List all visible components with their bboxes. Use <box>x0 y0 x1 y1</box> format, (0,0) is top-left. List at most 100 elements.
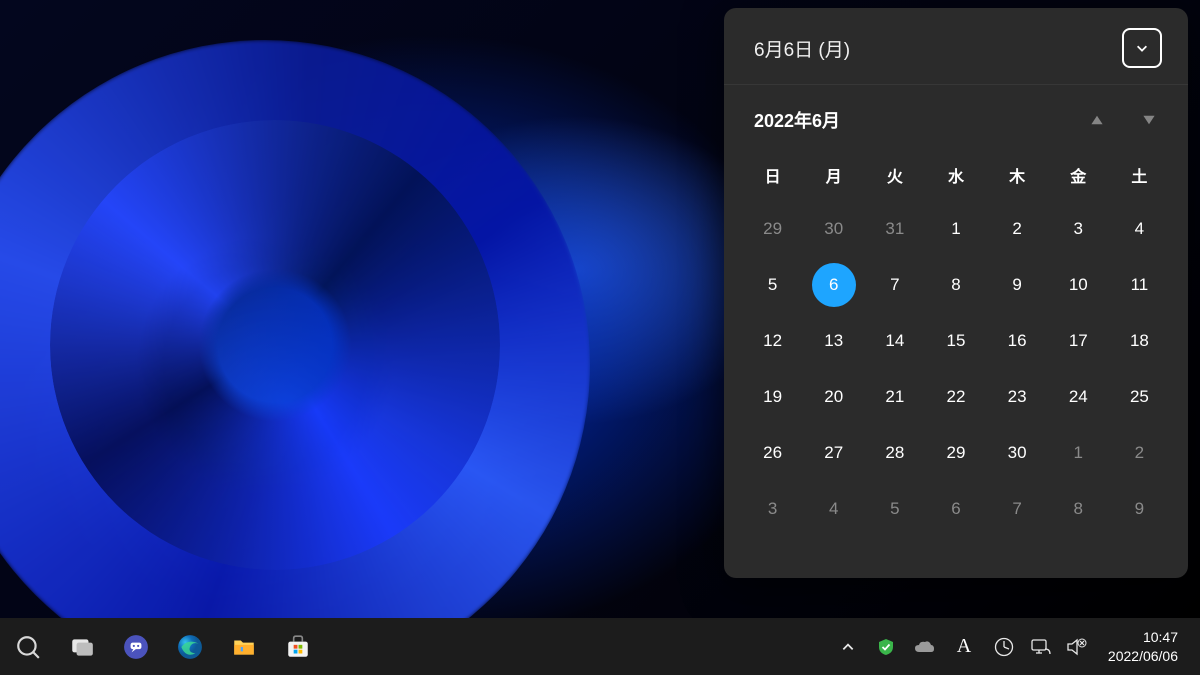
volume-button[interactable] <box>1064 623 1090 671</box>
search-icon <box>15 634 41 660</box>
folder-icon <box>231 634 257 660</box>
network-icon <box>1030 637 1052 657</box>
taskbar-date: 2022/06/06 <box>1108 647 1178 665</box>
edge-button[interactable] <box>166 623 214 671</box>
calendar-day[interactable]: 14 <box>864 313 925 369</box>
calendar-day[interactable]: 16 <box>987 313 1048 369</box>
calendar-day[interactable]: 7 <box>987 481 1048 537</box>
calendar-day[interactable]: 24 <box>1048 369 1109 425</box>
calendar-day[interactable]: 17 <box>1048 313 1109 369</box>
calendar-weekday: 月 <box>803 153 864 197</box>
ime-mode-icon <box>994 637 1014 657</box>
calendar-day[interactable]: 25 <box>1109 369 1170 425</box>
calendar-week-row: 567891011 <box>724 257 1188 313</box>
taskbar: A 10:47 2022 <box>0 618 1200 675</box>
calendar-day[interactable]: 4 <box>1109 201 1170 257</box>
calendar-day[interactable]: 3 <box>742 481 803 537</box>
calendar-day[interactable]: 5 <box>742 257 803 313</box>
calendar-day[interactable]: 31 <box>864 201 925 257</box>
triangle-up-icon <box>1090 113 1104 127</box>
calendar-weekday: 火 <box>864 153 925 197</box>
calendar-day[interactable]: 2 <box>1109 425 1170 481</box>
calendar-day[interactable]: 15 <box>925 313 986 369</box>
calendar-day[interactable]: 26 <box>742 425 803 481</box>
calendar-day[interactable]: 9 <box>1109 481 1170 537</box>
triangle-down-icon <box>1142 113 1156 127</box>
ime-mode-button[interactable] <box>990 623 1018 671</box>
calendar-day[interactable]: 13 <box>803 313 864 369</box>
chevron-down-icon <box>1135 41 1149 55</box>
calendar-day[interactable]: 8 <box>925 257 986 313</box>
calendar-week-row: 3456789 <box>724 481 1188 537</box>
cloud-icon <box>913 639 935 655</box>
calendar-day[interactable]: 28 <box>864 425 925 481</box>
chat-icon <box>123 634 149 660</box>
calendar-subheader: 2022年6月 <box>724 85 1188 143</box>
calendar-day[interactable]: 27 <box>803 425 864 481</box>
taskbar-clock[interactable]: 10:47 2022/06/06 <box>1100 628 1186 664</box>
taskbar-time: 10:47 <box>1108 628 1178 646</box>
calendar-day[interactable]: 30 <box>803 201 864 257</box>
tray-overflow-button[interactable] <box>834 623 862 671</box>
microsoft-store-button[interactable] <box>274 623 322 671</box>
calendar-day[interactable]: 30 <box>987 425 1048 481</box>
calendar-day[interactable]: 29 <box>925 425 986 481</box>
calendar-week-row: 262728293012 <box>724 425 1188 481</box>
search-button[interactable] <box>4 623 52 671</box>
calendar-day[interactable]: 21 <box>864 369 925 425</box>
calendar-day[interactable]: 6 <box>925 481 986 537</box>
calendar-collapse-button[interactable] <box>1122 28 1162 68</box>
calendar-day[interactable]: 4 <box>803 481 864 537</box>
calendar-day[interactable]: 8 <box>1048 481 1109 537</box>
calendar-day[interactable]: 29 <box>742 201 803 257</box>
file-explorer-button[interactable] <box>220 623 268 671</box>
calendar-month-label[interactable]: 2022年6月 <box>754 107 840 133</box>
calendar-week-row: 19202122232425 <box>724 369 1188 425</box>
calendar-day[interactable]: 6 <box>803 257 864 313</box>
calendar-day[interactable]: 3 <box>1048 201 1109 257</box>
network-button[interactable] <box>1028 623 1054 671</box>
calendar-day[interactable]: 23 <box>987 369 1048 425</box>
calendar-day[interactable]: 5 <box>864 481 925 537</box>
onedrive-tray-icon[interactable] <box>910 623 938 671</box>
calendar-day[interactable]: 1 <box>1048 425 1109 481</box>
calendar-week-row: 12131415161718 <box>724 313 1188 369</box>
calendar-weekday: 水 <box>925 153 986 197</box>
taskbar-right-group: A 10:47 2022 <box>834 623 1192 671</box>
calendar-day[interactable]: 19 <box>742 369 803 425</box>
calendar-day[interactable]: 18 <box>1109 313 1170 369</box>
calendar-day[interactable]: 1 <box>925 201 986 257</box>
edge-icon <box>177 634 203 660</box>
calendar-weekday: 土 <box>1109 153 1170 197</box>
calendar-prev-month-button[interactable] <box>1090 113 1104 127</box>
calendar-day[interactable]: 22 <box>925 369 986 425</box>
calendar-header: 6月6日 (月) <box>724 8 1188 85</box>
calendar-day[interactable]: 2 <box>987 201 1048 257</box>
taskbar-left-group <box>4 623 322 671</box>
ime-button[interactable]: A <box>948 623 980 671</box>
calendar-weekday-row: 日月火水木金土 <box>724 153 1188 197</box>
calendar-day[interactable]: 7 <box>864 257 925 313</box>
calendar-day[interactable]: 11 <box>1109 257 1170 313</box>
calendar-flyout: 6月6日 (月) 2022年6月 日月火水木金土 293031123456789… <box>724 8 1188 578</box>
task-view-icon <box>69 634 95 660</box>
calendar-day[interactable]: 9 <box>987 257 1048 313</box>
calendar-day[interactable]: 20 <box>803 369 864 425</box>
security-tray-icon[interactable] <box>872 623 900 671</box>
store-icon <box>285 634 311 660</box>
calendar-weekday: 日 <box>742 153 803 197</box>
calendar-weekday: 木 <box>987 153 1048 197</box>
chat-button[interactable] <box>112 623 160 671</box>
shield-check-icon <box>876 637 896 657</box>
calendar-weekday: 金 <box>1048 153 1109 197</box>
calendar-day[interactable]: 12 <box>742 313 803 369</box>
calendar-next-month-button[interactable] <box>1142 113 1156 127</box>
calendar-selected-date: 6月6日 (月) <box>754 35 850 62</box>
chevron-up-icon <box>841 640 855 654</box>
calendar-nav <box>1090 113 1156 127</box>
task-view-button[interactable] <box>58 623 106 671</box>
speaker-icon <box>1066 637 1088 657</box>
calendar-week-row: 2930311234 <box>724 201 1188 257</box>
calendar-grid: 2930311234567891011121314151617181920212… <box>724 201 1188 537</box>
calendar-day[interactable]: 10 <box>1048 257 1109 313</box>
